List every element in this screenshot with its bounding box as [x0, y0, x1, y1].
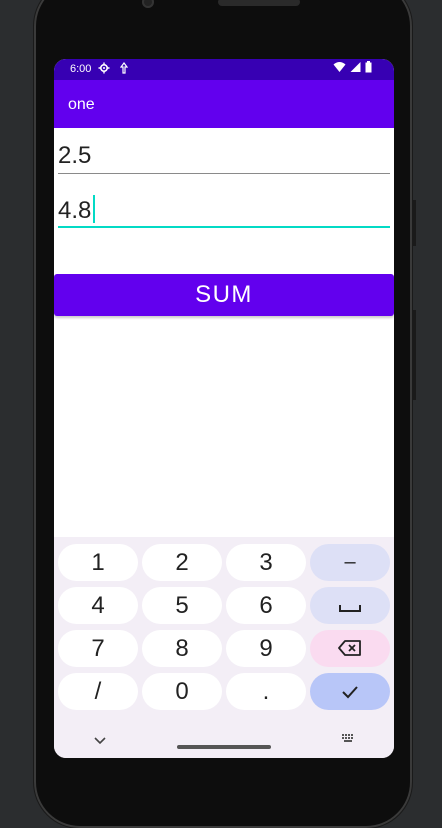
key-backspace[interactable]: [310, 630, 390, 667]
key-5[interactable]: 5: [142, 587, 222, 624]
front-camera: [142, 0, 154, 8]
key-9[interactable]: 9: [226, 630, 306, 667]
battery-icon: [365, 61, 372, 76]
power-button: [412, 200, 416, 246]
sum-button[interactable]: SUM: [54, 274, 394, 316]
key-4[interactable]: 4: [58, 587, 138, 624]
status-time: 6:00: [70, 63, 92, 75]
key-3[interactable]: 3: [226, 544, 306, 581]
backspace-icon: [338, 635, 362, 663]
key-7[interactable]: 7: [58, 630, 138, 667]
earpiece-speaker: [218, 0, 300, 6]
settings-icon: [98, 62, 110, 77]
key-8[interactable]: 8: [142, 630, 222, 667]
second-number-value: 4.8: [58, 197, 92, 224]
text-cursor: [93, 195, 96, 223]
wifi-icon: [333, 61, 346, 76]
keyboard-icon[interactable]: [341, 730, 355, 748]
key-slash[interactable]: /: [58, 673, 138, 710]
chevron-down-icon[interactable]: [94, 732, 106, 750]
signal-icon: [350, 61, 361, 76]
first-field-underline: [58, 173, 390, 174]
space-bar-icon: [339, 592, 361, 620]
key-1[interactable]: 1: [58, 544, 138, 581]
second-number-text: 4.8: [58, 195, 96, 225]
key-done[interactable]: [310, 673, 390, 710]
key-period[interactable]: .: [226, 673, 306, 710]
second-field-underline: [58, 226, 390, 228]
key-0[interactable]: 0: [142, 673, 222, 710]
gesture-handle[interactable]: [177, 745, 271, 749]
first-number-value: 2.5: [58, 142, 92, 169]
data-saver-icon: [119, 62, 129, 77]
key-space[interactable]: [310, 587, 390, 624]
key-6[interactable]: 6: [226, 587, 306, 624]
key-minus[interactable]: –: [310, 544, 390, 581]
keyboard-nav-bar: [54, 725, 394, 758]
volume-rocker: [412, 310, 416, 400]
device-screen: 6:00 one 2.5 4.8 SUM 1 2 3 – 4 5 6 7 8 9…: [54, 59, 394, 758]
checkmark-icon: [341, 678, 359, 706]
app-title: one: [68, 96, 95, 113]
key-2[interactable]: 2: [142, 544, 222, 581]
status-bar: 6:00: [54, 59, 394, 80]
app-bar: one: [54, 80, 394, 128]
